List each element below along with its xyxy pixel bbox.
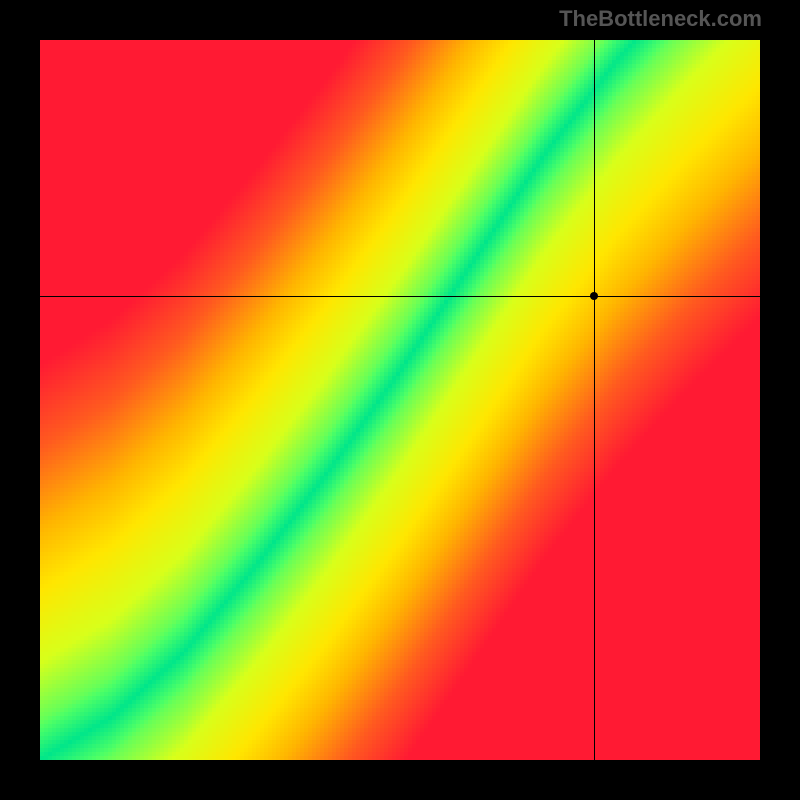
- watermark-text: TheBottleneck.com: [559, 6, 762, 32]
- chart-container: TheBottleneck.com: [0, 0, 800, 800]
- crosshair-marker: [590, 292, 598, 300]
- crosshair-horizontal: [40, 296, 760, 297]
- crosshair-vertical: [594, 40, 595, 760]
- bottleneck-heatmap: [40, 40, 760, 760]
